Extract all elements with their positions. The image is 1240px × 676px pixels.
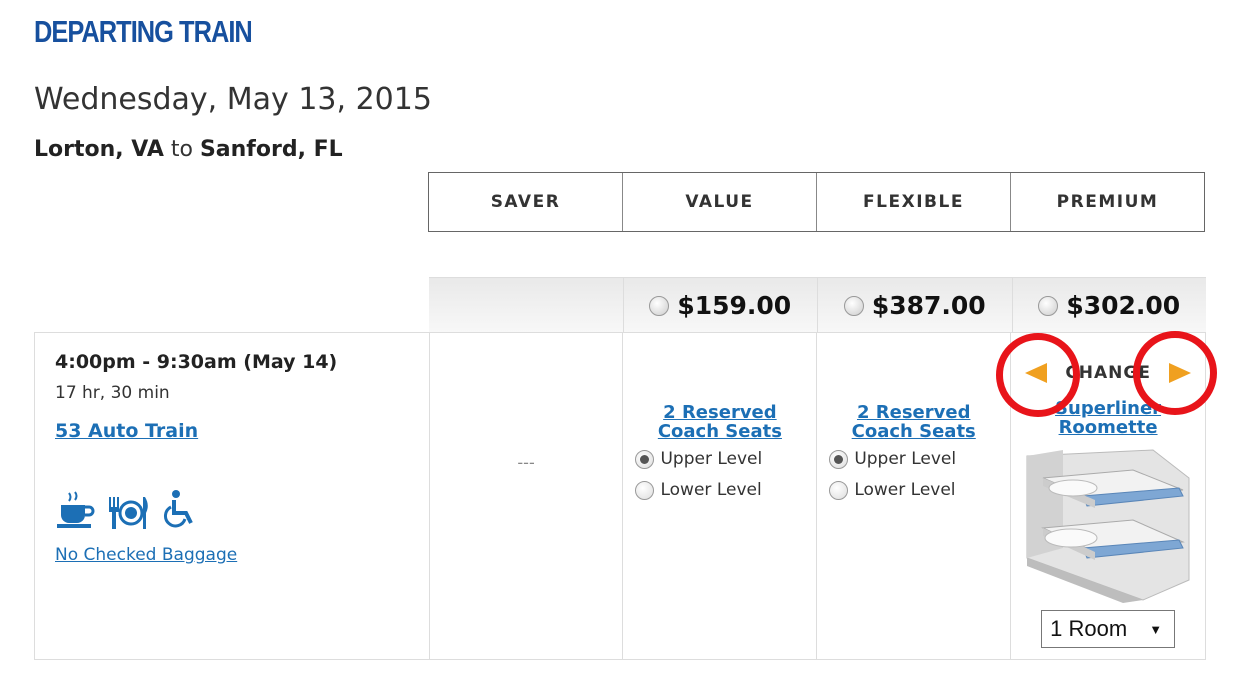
route: Lorton, VA to Sanford, FL <box>34 137 343 162</box>
price-cell-flexible: $387.00 <box>818 278 1013 333</box>
price-row: $159.00 $387.00 $302.00 <box>429 277 1206 333</box>
value-seats-line1: 2 Reserved <box>663 402 777 423</box>
saver-cell: --- <box>430 333 624 659</box>
highlight-circle-left <box>996 333 1080 417</box>
travel-date: Wednesday, May 13, 2015 <box>34 82 432 117</box>
flexible-upper-level-label: Upper Level <box>854 449 957 469</box>
value-seats-link[interactable]: 2 Reserved Coach Seats <box>623 403 816 441</box>
price-cell-saver <box>429 278 624 333</box>
page-heading: DEPARTING TRAIN <box>34 14 253 49</box>
value-upper-level-option[interactable]: Upper Level <box>635 449 762 469</box>
fare-class-flexible: FLEXIBLE <box>817 173 1011 231</box>
room-count-select[interactable]: 1 Room ▼ <box>1041 610 1176 648</box>
flexible-cell: 2 Reserved Coach Seats Upper Level Lower… <box>817 333 1012 659</box>
flexible-seats-line1: 2 Reserved <box>856 402 971 423</box>
saver-unavailable: --- <box>517 453 535 472</box>
premium-price-radio[interactable] <box>1038 295 1059 316</box>
value-lower-level-label: Lower Level <box>660 480 762 500</box>
flexible-lower-level-label: Lower Level <box>854 480 956 500</box>
room-count-value: 1 Room <box>1050 616 1128 641</box>
price-cell-value: $159.00 <box>624 278 818 333</box>
highlight-circle-right <box>1133 331 1217 415</box>
wheelchair-icon <box>163 489 199 533</box>
room-type-line2: Roomette <box>1058 417 1158 438</box>
dining-icon <box>107 495 151 533</box>
fare-class-premium: PREMIUM <box>1056 192 1159 212</box>
chevron-down-icon: ▼ <box>1149 621 1163 637</box>
value-upper-level-label: Upper Level <box>660 449 763 469</box>
price-cell-premium: $302.00 <box>1013 278 1207 333</box>
value-upper-level-radio[interactable] <box>635 449 655 469</box>
roomette-image <box>1023 448 1191 607</box>
no-checked-baggage-link[interactable]: No Checked Baggage <box>55 545 237 565</box>
coffee-cup-icon <box>55 489 95 533</box>
value-cell: 2 Reserved Coach Seats Upper Level Lower… <box>623 333 818 659</box>
amenity-icons <box>55 489 199 533</box>
flexible-upper-level-radio[interactable] <box>829 449 849 469</box>
flexible-lower-level-option[interactable]: Lower Level <box>829 480 956 500</box>
fare-class-header: SAVER VALUE FLEXIBLE PREMIUM <box>428 172 1205 232</box>
value-price: $159.00 <box>677 291 792 320</box>
flexible-price-radio[interactable] <box>843 295 864 316</box>
value-seats-line2: Coach Seats <box>657 421 782 442</box>
origin-city: Lorton, VA <box>34 137 164 162</box>
value-price-radio[interactable] <box>649 295 670 316</box>
flexible-upper-level-option[interactable]: Upper Level <box>829 449 956 469</box>
flexible-price: $387.00 <box>871 291 986 320</box>
fare-class-saver: SAVER <box>429 173 623 231</box>
flexible-seats-line2: Coach Seats <box>851 421 976 442</box>
destination-city: Sanford, FL <box>199 137 343 162</box>
train-name-link[interactable]: 53 Auto Train <box>55 420 198 442</box>
fare-class-value: VALUE <box>623 173 817 231</box>
route-to-word: to <box>170 137 193 162</box>
train-time: 4:00pm - 9:30am (May 14) <box>55 351 338 373</box>
train-info-cell: 4:00pm - 9:30am (May 14) 17 hr, 30 min 5… <box>35 333 430 659</box>
premium-price: $302.00 <box>1066 291 1181 320</box>
flexible-lower-level-radio[interactable] <box>829 480 849 500</box>
value-lower-level-option[interactable]: Lower Level <box>635 480 762 500</box>
value-lower-level-radio[interactable] <box>635 480 655 500</box>
flexible-seats-link[interactable]: 2 Reserved Coach Seats <box>817 403 1010 441</box>
train-duration: 17 hr, 30 min <box>55 383 170 403</box>
